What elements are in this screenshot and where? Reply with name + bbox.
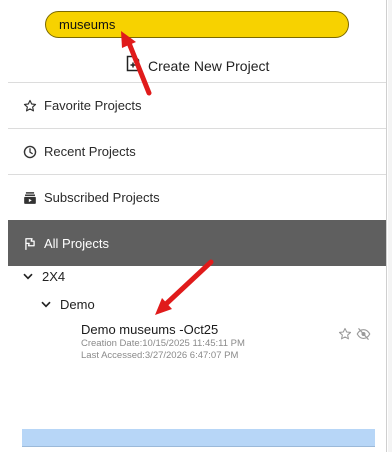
tree-node-label: Demo: [60, 297, 95, 312]
chevron-down-icon[interactable]: [22, 271, 34, 283]
subscription-stack-icon: [22, 190, 38, 206]
nav-label-subscribed-projects: Subscribed Projects: [44, 190, 160, 205]
tree-node-label: 2X4: [42, 269, 66, 284]
tree-node-demo[interactable]: Demo: [40, 297, 95, 312]
project-actions: [338, 327, 371, 341]
flag-icon: [22, 236, 38, 252]
chevron-down-icon[interactable]: [40, 299, 52, 311]
highlighted-list-row[interactable]: [22, 429, 375, 446]
project-creation-date: Creation Date:10/15/2025 11:45:11 PM: [81, 338, 245, 349]
nav-label-favorite-projects: Favorite Projects: [44, 98, 142, 113]
project-last-accessed: Last Accessed:3/27/2026 6:47:07 PM: [81, 350, 239, 361]
divider: [386, 0, 387, 452]
nav-item-favorite-projects[interactable]: Favorite Projects: [8, 82, 386, 128]
star-outline-icon[interactable]: [338, 327, 352, 341]
eye-off-icon[interactable]: [356, 327, 371, 341]
project-item[interactable]: Demo museums -Oct25 Creation Date:10/15/…: [81, 322, 371, 362]
search-input[interactable]: [59, 15, 339, 34]
nav-item-subscribed-projects[interactable]: Subscribed Projects: [8, 174, 386, 220]
star-outline-icon: [22, 98, 38, 114]
create-new-project-label: Create New Project: [148, 58, 270, 74]
nav-item-all-projects[interactable]: All Projects: [8, 220, 386, 266]
project-navigation-panel: Create New Project Favorite Projects Rec…: [0, 0, 386, 452]
tree-node-2x4[interactable]: 2X4: [22, 269, 65, 284]
nav-label-recent-projects: Recent Projects: [44, 144, 136, 159]
project-title: Demo museums -Oct25: [81, 322, 219, 337]
divider: [22, 446, 375, 447]
search-box[interactable]: [45, 11, 349, 38]
nav-label-all-projects: All Projects: [44, 236, 110, 251]
scrollbar-track[interactable]: [388, 0, 392, 452]
clock-icon: [22, 144, 38, 160]
new-document-icon: [126, 55, 140, 77]
nav-item-recent-projects[interactable]: Recent Projects: [8, 128, 386, 174]
create-new-project-button[interactable]: Create New Project: [126, 55, 269, 77]
